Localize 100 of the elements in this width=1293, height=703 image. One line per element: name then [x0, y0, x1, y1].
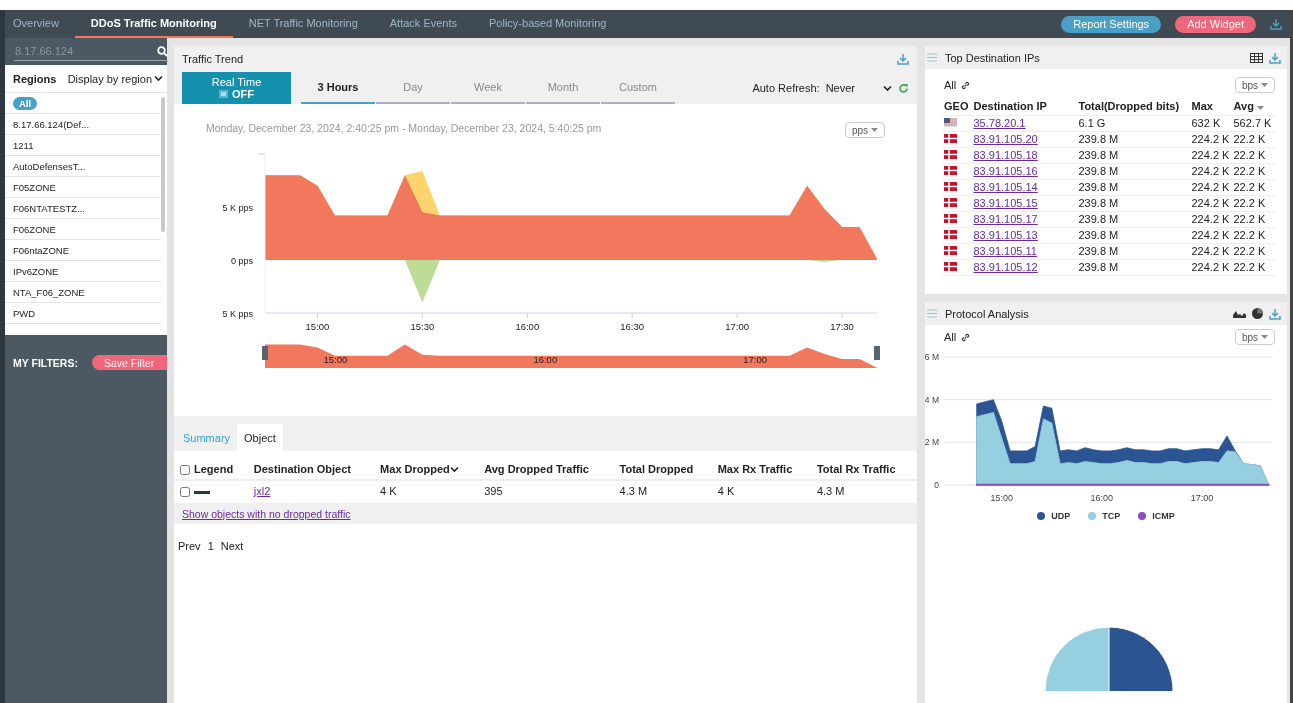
real-time-toggle[interactable]: Real Time OFF [182, 72, 291, 104]
table-cell: 239.8 M [1078, 133, 1119, 145]
search-icon[interactable] [157, 45, 168, 57]
range-handle[interactable] [262, 346, 268, 360]
ip-link[interactable]: 83.91.105.16 [973, 165, 1038, 177]
table-cell: 22.2 K [1233, 181, 1266, 193]
column-header[interactable]: Max Rx Traffic [717, 463, 793, 475]
table-cell: 239.8 M [1078, 197, 1119, 209]
range-handle[interactable] [874, 346, 880, 360]
unit-dropdown[interactable]: pps [844, 122, 885, 138]
auto-refresh-label: Auto Refresh: [752, 82, 820, 94]
region-item[interactable]: PWD [5, 303, 161, 324]
toggle-icon [219, 90, 228, 98]
axis-label: 15:00 [305, 321, 330, 332]
show-objects-link[interactable]: Show objects with no dropped traffic [182, 507, 351, 520]
object-link[interactable]: jxl2 [253, 485, 271, 497]
nav-tab[interactable]: Overview [13, 10, 75, 38]
caret-icon [1261, 335, 1268, 339]
table-icon[interactable] [1250, 52, 1263, 63]
area-chart-icon[interactable] [1233, 309, 1246, 318]
flag-icon [944, 214, 957, 223]
page-link[interactable]: 1 [207, 540, 214, 552]
ip-link[interactable]: 35.78.20.1 [973, 117, 1026, 129]
region-item[interactable]: F06ntaZONE [5, 240, 161, 261]
download-icon[interactable] [1269, 307, 1281, 320]
ip-link[interactable]: 83.91.105.11 [973, 245, 1037, 257]
region-item[interactable]: IPv6ZONE [5, 261, 161, 282]
flag-icon [944, 262, 957, 271]
table-cell: 22.2 K [1233, 245, 1266, 257]
axis-label: 0 [934, 480, 939, 490]
axis-label: 6 M [925, 352, 939, 362]
column-header[interactable]: Max [1191, 99, 1213, 112]
axis-label: 17:30 [830, 321, 854, 332]
table-cell: 22.2 K [1233, 261, 1266, 273]
ip-link[interactable]: 83.91.105.17 [973, 213, 1038, 225]
table-cell: 4 K [717, 485, 735, 497]
column-header[interactable]: Max Dropped [380, 463, 450, 475]
unit-dropdown[interactable]: bps [1234, 329, 1275, 345]
unit-dropdown[interactable]: bps [1234, 77, 1275, 93]
ip-link[interactable]: 83.91.105.18 [973, 149, 1038, 161]
column-header[interactable]: Legend [194, 462, 234, 475]
region-item[interactable]: NTA_F06_ZONE [5, 282, 161, 303]
column-header[interactable]: Avg Dropped Traffic [484, 463, 589, 475]
checkbox[interactable] [180, 465, 190, 476]
nav-tab[interactable]: NET Traffic Monitoring [232, 10, 374, 38]
column-header[interactable]: Destination Object [253, 463, 351, 475]
refresh-icon[interactable] [898, 82, 909, 94]
axis-label: 5 K pps [222, 309, 253, 319]
pie-chart-icon[interactable] [1252, 308, 1263, 319]
axis-label: 16:00 [1090, 493, 1114, 503]
download-icon[interactable] [1269, 51, 1281, 64]
drag-handle-icon[interactable] [927, 53, 937, 62]
ip-link[interactable]: 83.91.105.20 [973, 133, 1038, 145]
table-cell: 224.2 K [1191, 213, 1230, 225]
table-cell: 22.2 K [1233, 229, 1266, 241]
column-header[interactable]: Total Dropped [619, 463, 694, 475]
column-header[interactable]: Destination IP [973, 99, 1047, 112]
download-icon[interactable] [897, 53, 909, 65]
nav-tab[interactable]: Policy-based Monitoring [473, 10, 623, 38]
prev-link[interactable]: Prev [178, 540, 201, 552]
ip-link[interactable]: 83.91.105.15 [973, 197, 1038, 209]
regions-label: Regions [13, 72, 57, 85]
scrollbar[interactable] [161, 97, 165, 232]
auto-refresh-dropdown[interactable]: Never [825, 82, 892, 94]
table-cell: 224.2 K [1191, 149, 1230, 161]
checkbox[interactable] [180, 487, 190, 498]
panel-title: Protocol Analysis [945, 307, 1029, 320]
download-icon[interactable] [1270, 18, 1282, 30]
table-cell: 239.8 M [1078, 229, 1119, 241]
legend-item[interactable]: UDP [1037, 511, 1071, 521]
nav-tab[interactable]: Attack Events [373, 10, 474, 38]
caret-icon [1256, 105, 1264, 110]
period-tab[interactable]: 3 Hours [301, 72, 375, 104]
legend-item[interactable]: ICMP [1138, 511, 1175, 521]
table-cell: 22.2 K [1233, 165, 1266, 177]
legend-item[interactable]: TCP [1088, 511, 1121, 521]
table-cell: 22.2 K [1233, 133, 1266, 145]
axis-label: 0 pps [230, 256, 253, 266]
axis-label: 17:00 [725, 321, 749, 332]
sort-icon [449, 466, 459, 473]
date-range: Monday, December 23, 2024, 2:40:25 pm - Monday, December 23, 2024, 5:40:25 pm [206, 122, 602, 134]
axis-label: 16:30 [620, 321, 645, 332]
flag-icon [944, 198, 957, 207]
flag-icon [944, 134, 957, 143]
column-header[interactable]: Total Rx Traffic [816, 463, 896, 475]
column-header[interactable]: GEO [944, 99, 969, 112]
region-item[interactable]: F06ZONE [5, 219, 161, 240]
table-cell: 224.2 K [1191, 261, 1230, 273]
column-header[interactable]: Total(Dropped bits) [1078, 99, 1180, 112]
axis-label: 2 M [925, 437, 939, 448]
link-icon[interactable] [961, 332, 971, 342]
ip-link[interactable]: 83.91.105.14 [973, 181, 1038, 193]
link-icon[interactable] [961, 80, 971, 90]
ip-link[interactable]: 83.91.105.13 [973, 229, 1038, 241]
next-link[interactable]: Next [220, 540, 244, 552]
view-tab[interactable]: Object [237, 424, 283, 451]
drag-handle-icon[interactable] [927, 309, 937, 318]
display-mode-dropdown[interactable]: Display by region [67, 72, 163, 85]
ip-link[interactable]: 83.91.105.12 [973, 261, 1038, 273]
column-header[interactable]: Avg [1233, 99, 1254, 112]
